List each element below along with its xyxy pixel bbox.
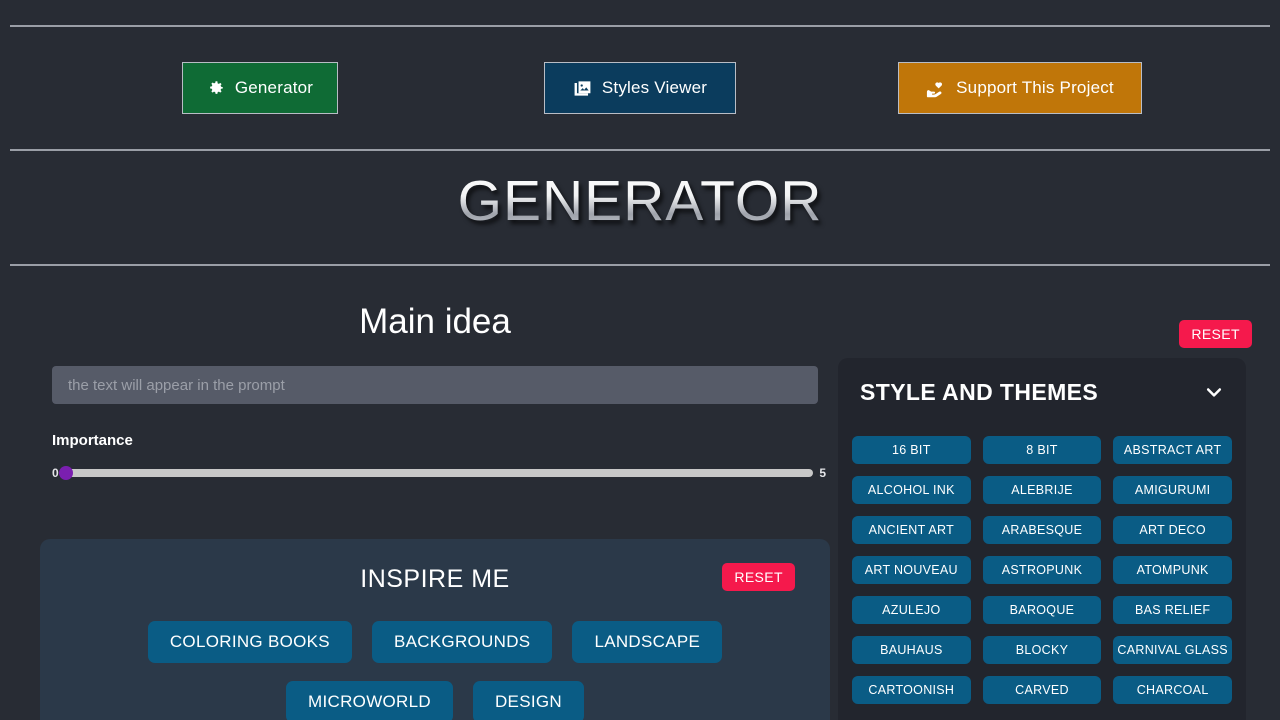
nav-label-generator: Generator xyxy=(234,78,314,97)
style-chip[interactable]: AZULEJO xyxy=(852,596,971,624)
hand-holding-heart-icon xyxy=(926,78,946,98)
divider-middle xyxy=(10,149,1270,151)
nav-button-styles-viewer[interactable]: Styles Viewer xyxy=(544,62,736,114)
slider-thumb[interactable] xyxy=(58,466,73,480)
style-and-themes-header[interactable]: STYLE AND THEMES xyxy=(838,358,1246,426)
images-icon xyxy=(573,79,592,98)
inspire-chip[interactable]: DESIGN xyxy=(472,681,584,720)
style-chip[interactable]: ART NOUVEAU xyxy=(852,556,971,584)
style-chip[interactable]: ASTROPUNK xyxy=(982,556,1102,584)
prompt-input[interactable] xyxy=(52,366,818,404)
style-chip[interactable]: ATOMPUNK xyxy=(1113,556,1232,584)
style-chip[interactable]: BAUHAUS xyxy=(852,636,971,664)
divider-top xyxy=(10,25,1270,27)
nav-label-support: Support This Project xyxy=(956,78,1114,97)
slider-min-label: 0 xyxy=(52,466,59,480)
left-column: Main idea Importance 0 5 INSPIRE ME RESE… xyxy=(40,264,830,720)
style-chip-grid: 16 BIT 8 BIT ABSTRACT ART ALCOHOL INK ALEBRI… xyxy=(838,426,1246,704)
style-chip[interactable]: ABSTRACT ART xyxy=(1113,436,1232,464)
page-title: GENERATOR xyxy=(0,168,1280,234)
content-area: RESET Main idea Importance 0 5 INSPIRE M… xyxy=(0,264,1280,720)
style-chip[interactable]: 8 BIT xyxy=(982,436,1102,464)
styles-reset-wrapper: RESET xyxy=(1179,320,1252,348)
style-chip[interactable]: CHARCOAL xyxy=(1113,676,1232,704)
style-and-themes-title: STYLE AND THEMES xyxy=(860,378,1099,405)
main-idea-heading: Main idea xyxy=(359,302,511,341)
inspire-chip[interactable]: MICROWORLD xyxy=(286,681,453,720)
inspire-chip[interactable]: BACKGROUNDS xyxy=(371,621,553,663)
importance-label: Importance xyxy=(52,432,133,449)
hero-section: GENERATOR xyxy=(0,168,1280,234)
slider-max-label: 5 xyxy=(819,466,826,480)
inspire-me-header: INSPIRE ME RESET xyxy=(60,559,810,599)
reset-button-top[interactable]: RESET xyxy=(1179,320,1252,348)
style-chip[interactable]: BLOCKY xyxy=(982,636,1102,664)
gear-icon xyxy=(207,79,225,97)
importance-slider-row: 0 5 xyxy=(52,466,826,480)
style-chip[interactable]: AMIGURUMI xyxy=(1113,476,1232,504)
style-chip[interactable]: ANCIENT ART xyxy=(852,516,971,544)
nav-button-support[interactable]: Support This Project xyxy=(898,62,1142,114)
style-chip[interactable]: 16 BIT xyxy=(852,436,971,464)
style-chip[interactable]: ARABESQUE xyxy=(982,516,1102,544)
inspire-me-title: INSPIRE ME xyxy=(360,565,510,593)
style-chip[interactable]: CARNIVAL GLASS xyxy=(1113,636,1232,664)
inspire-chip[interactable]: LANDSCAPE xyxy=(572,621,723,663)
reset-button-inspire[interactable]: RESET xyxy=(722,563,795,591)
importance-slider[interactable] xyxy=(58,466,814,480)
style-chip[interactable]: BAS RELIEF xyxy=(1113,596,1232,624)
style-chip[interactable]: BAROQUE xyxy=(982,596,1102,624)
style-chip[interactable]: ALCOHOL INK xyxy=(852,476,971,504)
inspire-me-chip-grid: COLORING BOOKS BACKGROUNDS LANDSCAPE MICROW… xyxy=(60,621,810,720)
inspire-chip[interactable]: COLORING BOOKS xyxy=(147,621,352,663)
app-page: Generator Styles Viewer Support This Pro… xyxy=(0,0,1280,720)
style-chip[interactable]: CARTOONISH xyxy=(852,676,971,704)
nav-button-generator[interactable]: Generator xyxy=(182,62,338,114)
inspire-me-panel: INSPIRE ME RESET COLORING BOOKS BACKGROUN… xyxy=(40,539,830,720)
style-and-themes-panel: STYLE AND THEMES 16 BIT 8 BIT ABSTRACT ART… xyxy=(838,358,1246,720)
nav-label-styles-viewer: Styles Viewer xyxy=(601,78,708,97)
main-nav: Generator Styles Viewer Support This Pro… xyxy=(0,62,1280,114)
style-chip[interactable]: ALEBRIJE xyxy=(982,476,1102,504)
style-chip[interactable]: ART DECO xyxy=(1113,516,1232,544)
chevron-down-icon[interactable] xyxy=(1204,382,1224,402)
style-chip[interactable]: CARVED xyxy=(982,676,1102,704)
